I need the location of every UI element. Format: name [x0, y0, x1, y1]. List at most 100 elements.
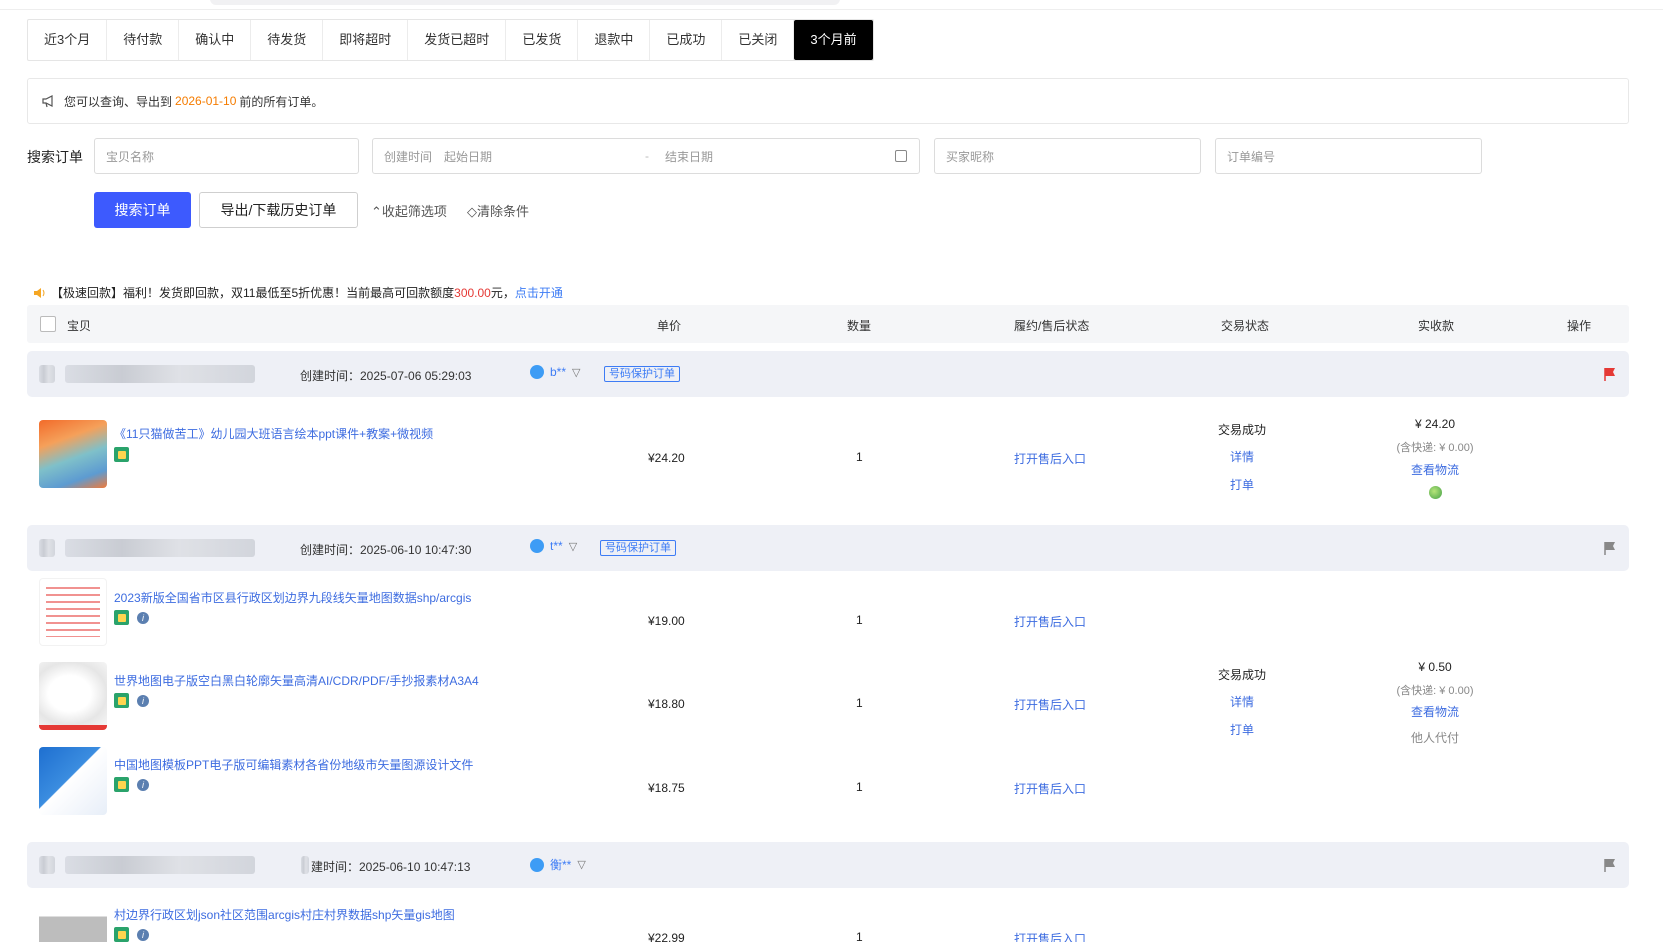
order-id-blurred	[39, 856, 55, 874]
quantity: 1	[856, 696, 863, 710]
product-thumbnail[interactable]	[39, 662, 107, 730]
after-sale-link[interactable]: 打开售后入口	[1014, 450, 1086, 467]
order-header: 建时间：2025-06-10 10:47:13 衡** ▽	[27, 842, 1629, 888]
info-icon[interactable]: i	[137, 611, 149, 624]
after-sale-link[interactable]: 打开售后入口	[1014, 930, 1086, 942]
logistics-link[interactable]: 查看物流	[1390, 703, 1480, 720]
print-link[interactable]: 打单	[1197, 721, 1287, 738]
export-notice: 您可以查询、导出到 2026-01-10 前的所有订单。	[27, 78, 1629, 124]
tab-pending-payment[interactable]: 待付款	[107, 20, 180, 60]
select-all-checkbox[interactable]	[40, 316, 56, 332]
header-item: 宝贝	[67, 319, 92, 333]
product-thumbnail[interactable]	[39, 903, 107, 942]
order-created-time: 建时间：2025-06-10 10:47:13	[311, 860, 471, 874]
product-thumbnail[interactable]	[39, 747, 107, 815]
gift-icon	[114, 447, 129, 462]
gift-icon	[114, 610, 129, 625]
info-icon[interactable]: i	[137, 928, 149, 941]
header-after-sale: 履约/售后状态	[1014, 319, 1090, 333]
search-orders-button[interactable]: 搜索订单	[94, 192, 191, 228]
product-title[interactable]: 村边界行政区划json社区范围arcgis村庄村界数据shp矢量gis地图	[114, 906, 455, 923]
buyer-nickname: b**	[550, 365, 567, 379]
tab-shipping-timeout[interactable]: 发货已超时	[408, 20, 507, 60]
info-icon[interactable]: i	[137, 778, 149, 791]
export-history-button[interactable]: 导出/下载历史订单	[199, 192, 358, 228]
filter-icon[interactable]: ▽	[577, 858, 585, 871]
promo-amount: 300.00	[454, 285, 491, 300]
unit-price: ¥22.99	[648, 931, 685, 942]
buyer-link[interactable]: 衡** ▽	[530, 856, 586, 873]
tab-refunding[interactable]: 退款中	[578, 20, 651, 60]
tab-recent-3-months[interactable]: 近3个月	[28, 20, 108, 60]
wangwang-icon	[530, 365, 544, 379]
order-number-blurred	[65, 365, 255, 383]
flag-icon[interactable]	[1603, 541, 1617, 555]
unit-price: ¥18.80	[648, 697, 685, 711]
collapse-filters-label: 收起筛选项	[381, 204, 447, 219]
tab-to-ship[interactable]: 待发货	[251, 20, 324, 60]
buyer-link[interactable]: b** ▽	[530, 365, 580, 379]
paid-amount: ¥ 0.50	[1418, 660, 1452, 674]
detail-link[interactable]: 详情	[1197, 448, 1287, 465]
tab-shipped[interactable]: 已发货	[506, 20, 579, 60]
trade-status: 交易成功	[1217, 423, 1266, 437]
order-created-time: 创建时间：2025-06-10 10:47:30	[300, 543, 472, 557]
speaker-icon	[34, 287, 45, 298]
wangwang-icon	[530, 857, 544, 872]
clear-conditions-link[interactable]: ◇清除条件	[467, 201, 529, 220]
promo-open-link[interactable]: 点击开通	[515, 284, 563, 301]
filter-icon[interactable]: ▽	[572, 366, 580, 379]
collapse-filters-link[interactable]: ⌃收起筛选项	[371, 201, 447, 220]
after-sale-link[interactable]: 打开售后入口	[1014, 696, 1086, 713]
quantity: 1	[856, 930, 863, 942]
top-bar	[0, 0, 1663, 10]
product-thumbnail[interactable]	[39, 578, 107, 646]
after-sale-link[interactable]: 打开售后入口	[1014, 613, 1086, 630]
unit-price: ¥19.00	[648, 614, 685, 628]
calendar-icon[interactable]	[895, 150, 907, 162]
after-sale-link[interactable]: 打开售后入口	[1014, 780, 1086, 797]
buyer-nickname: 衡**	[550, 858, 572, 872]
created-label: 创建时间	[384, 149, 433, 164]
logistics-link[interactable]: 查看物流	[1390, 461, 1480, 478]
end-date-field[interactable]: 结束日期	[665, 148, 713, 165]
header-paid: 实收款	[1418, 319, 1455, 333]
order-number-input[interactable]: 订单编号	[1215, 138, 1482, 174]
flag-icon[interactable]	[1603, 858, 1617, 872]
buyer-placeholder: 买家昵称	[946, 149, 995, 164]
buyer-nickname-input[interactable]: 买家昵称	[934, 138, 1201, 174]
detail-link[interactable]: 详情	[1197, 693, 1287, 710]
created-date-range[interactable]: 创建时间 起始日期 - 结束日期	[372, 138, 920, 174]
quantity: 1	[856, 450, 863, 464]
tab-closed[interactable]: 已关闭	[722, 20, 795, 60]
product-title[interactable]: 《11只猫做苦工》幼儿园大班语言绘本ppt课件+教案+微视频	[114, 425, 433, 442]
order-number-blurred	[65, 539, 255, 557]
product-tags: i	[114, 927, 149, 942]
header-trade-status: 交易状态	[1221, 319, 1270, 333]
paid-amount: ¥ 24.20	[1414, 417, 1456, 431]
shipping-fee: (含快递: ¥ 0.00)	[1396, 685, 1474, 697]
unit-price: ¥18.75	[648, 781, 685, 795]
order-id-blurred	[39, 539, 55, 557]
tab-about-to-timeout[interactable]: 即将超时	[323, 20, 409, 60]
item-name-placeholder: 宝贝名称	[106, 149, 155, 164]
product-title[interactable]: 2023新版全国省市区县行政区划边界九段线矢量地图数据shp/arcgis	[114, 589, 471, 606]
tab-confirming[interactable]: 确认中	[179, 20, 252, 60]
product-title[interactable]: 世界地图电子版空白黑白轮廓矢量高清AI/CDR/PDF/手抄报素材A3A4	[114, 672, 479, 689]
buyer-link[interactable]: t** ▽	[530, 539, 577, 553]
item-name-input[interactable]: 宝贝名称	[94, 138, 359, 174]
product-tags	[114, 447, 129, 462]
product-title[interactable]: 中国地图模板PPT电子版可编辑素材各省份地级市矢量图源设计文件	[114, 756, 473, 773]
filter-icon[interactable]: ▽	[569, 540, 577, 553]
print-link[interactable]: 打单	[1197, 476, 1287, 493]
order-created-time: 创建时间：2025-07-06 05:29:03	[300, 369, 472, 383]
flag-icon[interactable]	[1603, 367, 1617, 381]
start-date-field[interactable]: 起始日期	[444, 148, 492, 165]
product-thumbnail[interactable]	[39, 420, 107, 488]
tab-success[interactable]: 已成功	[650, 20, 723, 60]
promo-text: 【极速回款】福利！发货即回款，双11最低至5折优惠！当前最高可回款额度	[51, 286, 455, 300]
megaphone-icon	[42, 95, 53, 108]
tab-3-months-ago[interactable]: 3个月前	[794, 20, 873, 60]
info-icon[interactable]: i	[137, 694, 149, 707]
clear-conditions-label: 清除条件	[477, 204, 530, 219]
